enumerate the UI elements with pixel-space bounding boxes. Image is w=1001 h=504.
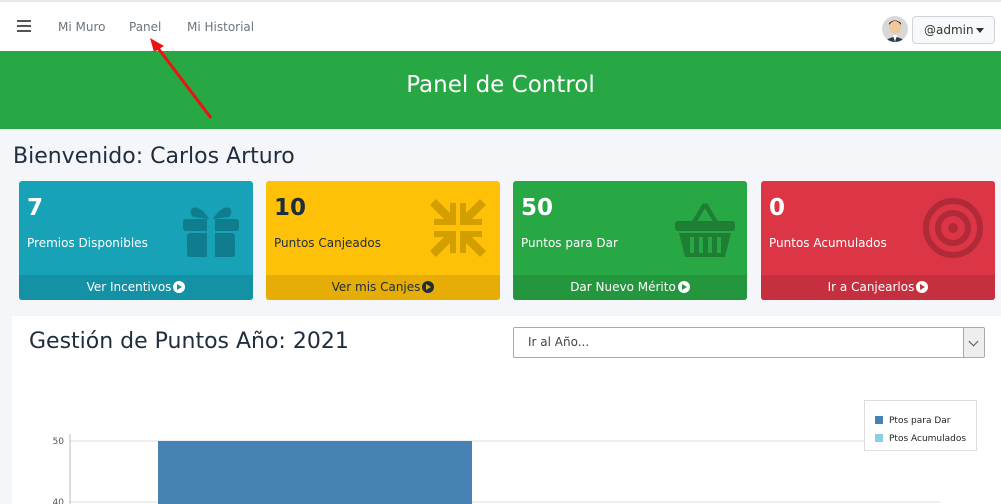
info-box-canjeados: 10 Puntos Canjeados Ver mis Canjes [266, 181, 500, 300]
legend-label: Ptos para Dar [889, 416, 951, 426]
chart-legend: Ptos para Dar Ptos Acumulados [864, 400, 977, 451]
info-box-para-dar: 50 Puntos para Dar Dar Nuevo Mérito [513, 181, 747, 300]
welcome-heading: Bienvenido: Carlos Arturo [13, 144, 295, 169]
ir-a-canjearlos-link[interactable]: Ir a Canjearlos [761, 275, 995, 300]
arrow-circle-right-icon [422, 281, 435, 293]
box-value: 0 [769, 195, 786, 221]
shopping-basket-icon [675, 203, 735, 257]
legend-item: Ptos para Dar [875, 416, 950, 426]
footer-label: Ir a Canjearlos [827, 280, 915, 294]
box-label: Puntos Acumulados [769, 236, 887, 250]
info-box-premios: 7 Premios Disponibles Ver Incentivos [19, 181, 253, 300]
points-chart: 50 40 [53, 434, 940, 504]
legend-swatch [875, 416, 883, 424]
info-box-acumulados: 0 Puntos Acumulados Ir a Canjearlos [761, 181, 995, 300]
box-value: 50 [521, 195, 554, 221]
ver-mis-canjes-link[interactable]: Ver mis Canjes [266, 275, 500, 300]
box-label: Premios Disponibles [27, 236, 148, 250]
footer-label: Dar Nuevo Mérito [570, 280, 676, 294]
footer-label: Ver mis Canjes [331, 280, 421, 294]
gift-icon [183, 207, 239, 259]
arrow-circle-right-icon [677, 281, 690, 293]
dar-nuevo-merito-link[interactable]: Dar Nuevo Mérito [513, 275, 747, 300]
box-value: 10 [274, 195, 307, 221]
box-label: Puntos para Dar [521, 236, 618, 250]
ver-incentivos-link[interactable]: Ver Incentivos [19, 275, 253, 300]
y-tick-label: 40 [53, 498, 65, 504]
footer-label: Ver Incentivos [86, 280, 172, 294]
legend-label: Ptos Acumulados [889, 434, 967, 444]
compress-arrows-icon [430, 199, 486, 257]
bullseye-icon [923, 198, 983, 258]
points-card: Gestión de Puntos Año: 2021 Ir al Año...… [12, 316, 1001, 504]
legend-swatch [875, 434, 883, 442]
box-label: Puntos Canjeados [274, 236, 381, 250]
y-tick-label: 50 [53, 437, 65, 447]
arrow-circle-right-icon [916, 281, 929, 293]
box-value: 7 [27, 195, 44, 221]
arrow-circle-right-icon [173, 281, 186, 293]
bar-ptos-para-dar[interactable] [158, 441, 472, 504]
legend-item: Ptos Acumulados [875, 434, 966, 444]
